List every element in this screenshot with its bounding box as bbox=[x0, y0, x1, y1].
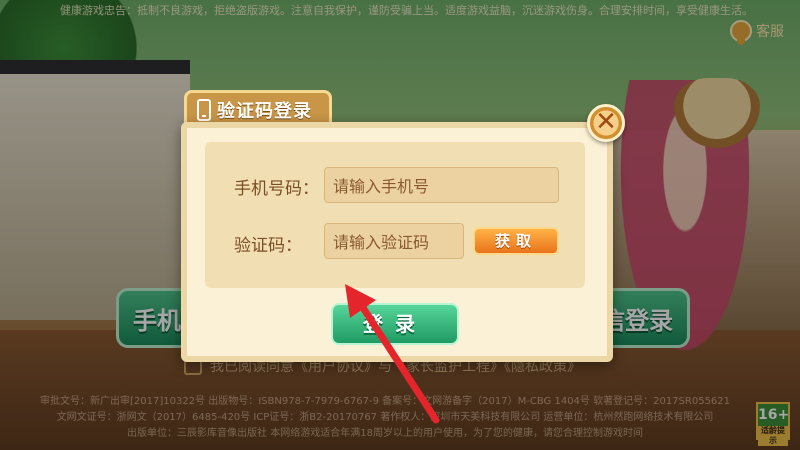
code-label: 验证码： bbox=[234, 236, 302, 256]
verification-code-input[interactable]: 请输入验证码 bbox=[324, 223, 464, 259]
close-button[interactable]: ✕ bbox=[587, 104, 625, 142]
login-button[interactable]: 登录 bbox=[331, 303, 459, 345]
dialog-title: 验证码登录 bbox=[217, 100, 312, 122]
phone-icon bbox=[197, 98, 211, 121]
dialog-title-tab: 验证码登录 bbox=[184, 90, 332, 126]
phone-input[interactable]: 请输入手机号 bbox=[324, 167, 559, 203]
get-code-button[interactable]: 获取 bbox=[473, 227, 559, 255]
phone-label: 手机号码： bbox=[234, 179, 319, 199]
form-panel bbox=[205, 142, 585, 288]
